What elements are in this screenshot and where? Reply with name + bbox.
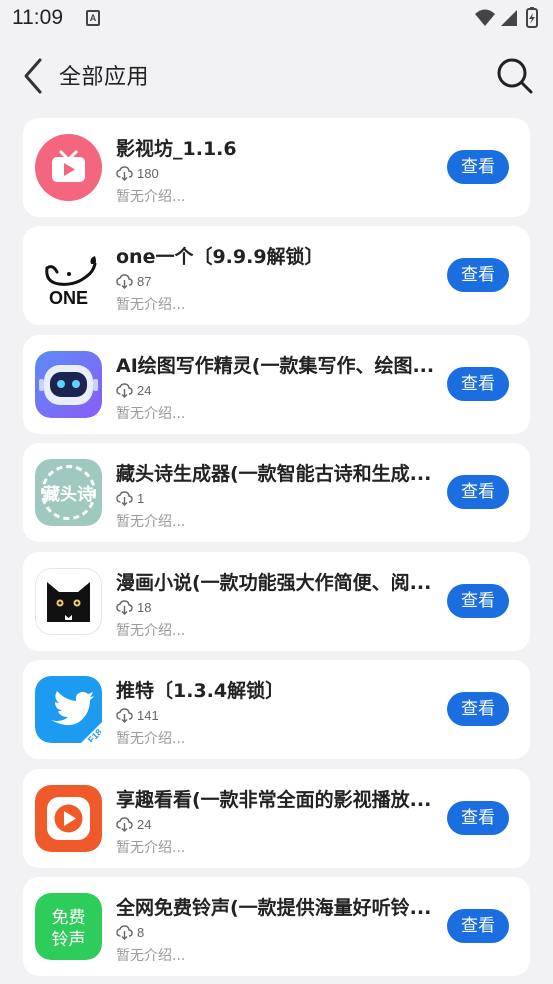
app-name: 推特〔1.3.4解锁〕: [116, 680, 285, 702]
download-count: 141: [137, 707, 159, 723]
robot-icon: [35, 351, 102, 418]
svg-text:铃声: 铃声: [52, 930, 86, 950]
cloud-download-icon: [116, 490, 133, 506]
download-info: 24: [116, 815, 151, 833]
notification-icon: A: [86, 10, 100, 26]
app-name: 漫画小说(一款功能强大作简便、阅...: [116, 572, 432, 594]
view-button[interactable]: 查看: [447, 692, 509, 726]
download-count: 8: [137, 924, 145, 940]
cloud-download-icon: [116, 816, 133, 832]
app-name: one一个〔9.9.9解锁〕: [116, 246, 324, 268]
app-description: 暂无介绍...: [116, 948, 186, 964]
app-name: 影视坊_1.1.6: [116, 138, 237, 160]
download-info: 1: [116, 489, 144, 507]
wifi-icon: [475, 9, 495, 26]
cloud-download-icon: [116, 924, 133, 940]
download-count: 24: [137, 382, 152, 398]
twitter-bird-icon: F18: [35, 676, 102, 743]
view-button[interactable]: 查看: [447, 367, 509, 401]
poem-seal-icon: 藏头诗: [35, 459, 102, 526]
app-name: 藏头诗生成器(一款智能古诗和生成...: [116, 463, 432, 485]
app-name: 享趣看看(一款非常全面的影视播放...: [116, 789, 432, 811]
app-description: 暂无介绍...: [116, 514, 186, 530]
one-whale-logo-icon: ONE: [35, 242, 102, 309]
download-count: 87: [137, 273, 152, 289]
list-item[interactable]: ONE one一个〔9.9.9解锁〕 87 暂无介绍... 查看: [23, 226, 530, 325]
download-info: 87: [116, 272, 151, 290]
signal-icon: [501, 10, 517, 26]
cloud-download-icon: [116, 382, 133, 398]
view-button[interactable]: 查看: [447, 584, 509, 618]
status-icons: [473, 6, 543, 30]
app-description: 暂无介绍...: [116, 623, 186, 639]
cloud-download-icon: [116, 707, 133, 723]
view-button[interactable]: 查看: [447, 909, 509, 943]
view-button[interactable]: 查看: [447, 801, 509, 835]
tv-play-icon: [35, 134, 102, 201]
list-item[interactable]: 免费 铃声 全网免费铃声(一款提供海量好听铃... 8 暂无介绍... 查看: [23, 877, 530, 976]
cloud-download-icon: [116, 599, 133, 615]
app-name: AI绘图写作精灵(一款集写作、绘图...: [116, 355, 435, 377]
download-info: 18: [116, 598, 151, 616]
status-time: 11:09: [12, 6, 63, 29]
svg-text:藏头诗: 藏头诗: [43, 485, 94, 505]
app-description: 暂无介绍...: [116, 731, 186, 747]
download-count: 180: [137, 165, 159, 181]
back-icon[interactable]: [20, 56, 46, 96]
view-button[interactable]: 查看: [447, 475, 509, 509]
download-info: 24: [116, 381, 151, 399]
download-count: 24: [137, 816, 152, 832]
list-item[interactable]: 享趣看看(一款非常全面的影视播放... 24 暂无介绍... 查看: [23, 769, 530, 868]
status-bar: 11:09 A: [0, 0, 553, 38]
cloud-download-icon: [116, 165, 133, 181]
app-description: 暂无介绍...: [116, 297, 186, 313]
svg-text:ONE: ONE: [49, 288, 88, 308]
view-button[interactable]: 查看: [447, 150, 509, 184]
app-description: 暂无介绍...: [116, 406, 186, 422]
list-item[interactable]: 藏头诗 藏头诗生成器(一款智能古诗和生成... 1 暂无介绍... 查看: [23, 443, 530, 542]
download-info: 141: [116, 706, 159, 724]
battery-icon: [526, 7, 538, 28]
list-item[interactable]: 漫画小说(一款功能强大作简便、阅... 18 暂无介绍... 查看: [23, 552, 530, 651]
search-icon[interactable]: [495, 56, 535, 96]
download-info: 180: [116, 164, 159, 182]
app-description: 暂无介绍...: [116, 189, 186, 205]
download-count: 18: [137, 599, 152, 615]
list-item[interactable]: 影视坊_1.1.6 180 暂无介绍... 查看: [23, 118, 530, 217]
cloud-download-icon: [116, 273, 133, 289]
download-count: 1: [137, 490, 145, 506]
svg-text:免费: 免费: [52, 908, 86, 928]
orange-play-icon: [35, 785, 102, 852]
view-button[interactable]: 查看: [447, 258, 509, 292]
list-item[interactable]: AI绘图写作精灵(一款集写作、绘图... 24 暂无介绍... 查看: [23, 335, 530, 434]
app-name: 全网免费铃声(一款提供海量好听铃...: [116, 897, 432, 919]
list-item[interactable]: F18 推特〔1.3.4解锁〕 141 暂无介绍... 查看: [23, 660, 530, 759]
app-description: 暂无介绍...: [116, 840, 186, 856]
black-cat-icon: [35, 568, 102, 635]
ringtone-text-icon: 免费 铃声: [35, 893, 102, 960]
download-info: 8: [116, 923, 144, 941]
app-header: 全部应用: [0, 48, 553, 104]
page-title: 全部应用: [59, 65, 150, 90]
